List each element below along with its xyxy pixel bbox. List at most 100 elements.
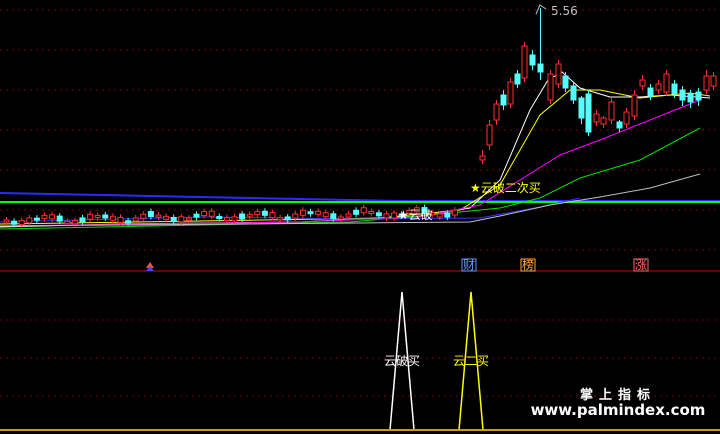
- candle-body: [655, 83, 662, 91]
- candle-body: [140, 213, 147, 219]
- candle-body: [117, 216, 124, 223]
- candle-body: [315, 210, 322, 215]
- candle-body: [208, 210, 215, 217]
- moving-averages: [0, 71, 711, 230]
- candle-body: [345, 213, 352, 218]
- candle-body: [3, 219, 10, 223]
- candle-body: [679, 89, 686, 101]
- candle-body: [537, 63, 544, 73]
- candle-body: [26, 217, 33, 224]
- candle-body: [292, 213, 299, 219]
- candle-body: [337, 216, 344, 220]
- signal-label: 云破买: [384, 353, 420, 368]
- signal-panel: 云破买 云二买: [384, 291, 489, 431]
- candle-body: [639, 79, 646, 87]
- candle-body: [216, 215, 223, 219]
- candle-body: [703, 75, 710, 91]
- candle-body: [663, 73, 670, 93]
- candle-body: [284, 216, 291, 221]
- signal-label: 云二买: [453, 354, 489, 368]
- candle-body: [178, 216, 185, 223]
- candle-body: [360, 207, 367, 214]
- candle-body: [486, 124, 493, 146]
- candle-body: [239, 213, 246, 220]
- price-annotations: 5.56 ★云破二次买 ★云破: [398, 4, 578, 222]
- candle-body: [41, 214, 48, 219]
- candle-body: [11, 220, 18, 225]
- white-ma: [0, 71, 711, 228]
- candle-body: [671, 83, 678, 95]
- event-markers: 财榜涨: [146, 257, 649, 272]
- candle-body: [391, 212, 398, 219]
- candle-body: [444, 212, 451, 218]
- candle-body: [368, 210, 375, 214]
- candle-body: [647, 87, 654, 97]
- candle-body: [493, 103, 500, 121]
- candle-body: [147, 211, 154, 218]
- candle-body: [201, 211, 208, 217]
- event-marker-label: 财: [463, 258, 475, 272]
- candle-body: [623, 111, 630, 125]
- candle-body: [277, 217, 284, 221]
- candle-body: [608, 101, 615, 121]
- candle-body: [223, 217, 230, 222]
- candle-body: [18, 220, 25, 226]
- candle-body: [64, 220, 71, 224]
- candle-body: [71, 220, 78, 225]
- candle-body: [109, 215, 116, 221]
- candle-body: [451, 209, 458, 216]
- candle-body: [710, 75, 717, 87]
- candle-body: [479, 155, 486, 161]
- candle-body: [125, 220, 132, 224]
- candle-body: [631, 94, 638, 117]
- candle-body: [547, 73, 554, 101]
- candle-body: [193, 213, 200, 218]
- candle-body: [254, 211, 261, 216]
- candle-body: [507, 81, 514, 105]
- candle-body: [87, 213, 94, 220]
- candle-body: [322, 212, 329, 218]
- candle-body: [79, 217, 86, 223]
- candle-body: [269, 212, 276, 219]
- candle-body: [600, 117, 607, 125]
- candle-body: [299, 209, 306, 216]
- candle-body: [695, 91, 702, 101]
- candle-body: [330, 213, 337, 220]
- candle-body: [562, 75, 569, 89]
- candle-body: [163, 215, 170, 220]
- candle-body: [246, 213, 253, 217]
- candle-body: [578, 97, 585, 119]
- candle-body: [307, 211, 314, 215]
- candle-body: [155, 214, 162, 218]
- candle-body: [49, 214, 56, 220]
- watermark-url: www.palmindex.com: [530, 401, 706, 419]
- candle-body: [261, 210, 268, 216]
- candle-body: [593, 113, 600, 123]
- event-marker-label: 榜: [522, 257, 534, 272]
- candle-body: [687, 93, 694, 103]
- peak-price-label: 5.56: [551, 4, 578, 18]
- candle-body: [616, 121, 623, 129]
- yellow-ma: [0, 89, 711, 225]
- candle-body: [585, 93, 592, 133]
- candle-body: [33, 217, 40, 221]
- candle-body: [102, 214, 109, 219]
- candle-body: [521, 45, 528, 79]
- blue-line: [0, 192, 720, 202]
- annotation-label: ★云破二次买: [470, 180, 541, 195]
- stock-chart: 5.56 ★云破二次买 ★云破 财 榜 涨 云破买 云二买: [0, 4, 720, 431]
- candle-body: [436, 213, 443, 218]
- candle-body: [500, 94, 507, 106]
- annotation-label: ★云破: [398, 207, 433, 222]
- candle-body: [185, 217, 192, 221]
- candle-body: [353, 209, 360, 215]
- candle-body: [94, 214, 101, 218]
- candle-body: [56, 215, 63, 222]
- candle-body: [570, 85, 577, 101]
- candle-body: [170, 217, 177, 223]
- candle-body: [514, 73, 521, 85]
- candle-body: [132, 217, 139, 222]
- candle-body: [529, 54, 536, 66]
- candle-body: [375, 212, 382, 217]
- candle-body: [555, 63, 562, 85]
